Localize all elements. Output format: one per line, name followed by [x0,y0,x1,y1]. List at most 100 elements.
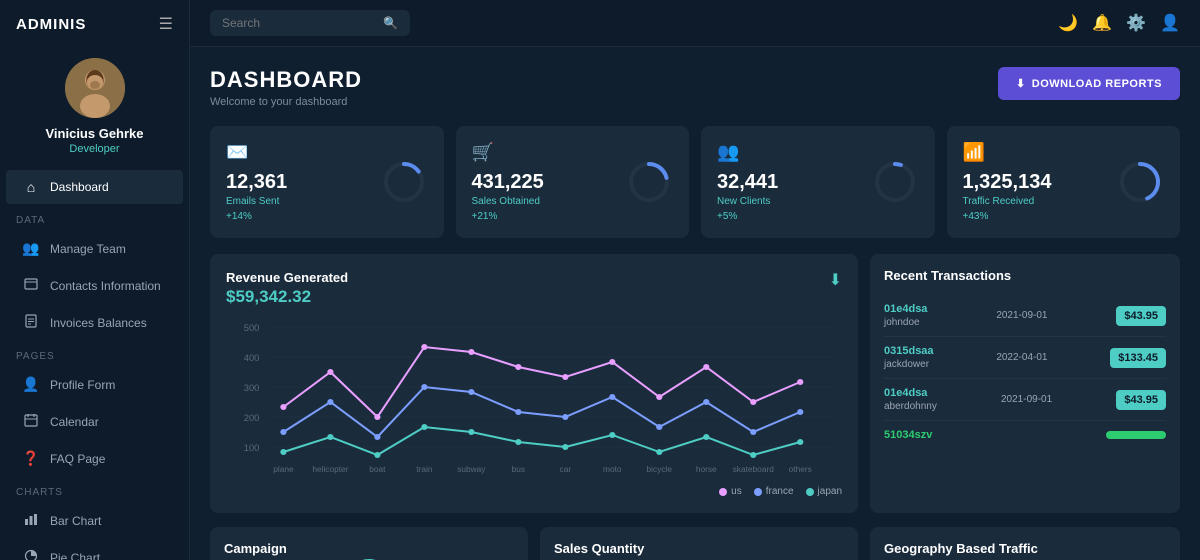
svg-text:500: 500 [244,323,260,333]
legend-france-label: france [766,486,794,497]
traffic-change: +43% [963,211,1052,222]
sidebar-section-data: Data [0,205,189,230]
transaction-user: aberdohnny [884,401,937,412]
transactions-card: Recent Transactions 01e4dsa johndoe 2021… [870,254,1180,513]
sidebar-item-label: Calendar [50,415,99,429]
sales-icon: 🛒 [472,142,544,163]
legend-us: us [719,486,742,497]
transaction-date: 2021-09-01 [1001,394,1052,405]
traffic-icon: 📶 [963,142,1052,163]
clients-value: 32,441 [717,171,778,194]
sidebar-item-faq[interactable]: ❓ FAQ Page [6,441,183,476]
stat-card-clients: 👥 32,441 New Clients +5% [701,126,935,238]
legend-france: france [754,486,794,497]
sidebar-item-label: Profile Form [50,378,115,392]
user-role: Developer [69,143,119,155]
campaign-chart [344,556,394,560]
svg-text:bicycle: bicycle [647,465,673,474]
page-subtitle: Welcome to your dashboard [210,96,362,108]
svg-text:subway: subway [457,465,486,474]
transaction-id: 01e4dsa [884,303,927,315]
faq-icon: ❓ [22,450,40,467]
transaction-amount: $43.95 [1116,306,1166,326]
sidebar-item-contacts[interactable]: Contacts Information [6,268,183,303]
traffic-label: Traffic Received [963,196,1052,207]
search-input[interactable] [222,16,375,30]
svg-text:train: train [416,465,432,474]
revenue-chart-card: Revenue Generated $59,342.32 ⬇ 500 400 [210,254,858,513]
clients-label: New Clients [717,196,778,207]
sales-label: Sales Obtained [472,196,544,207]
svg-text:300: 300 [244,383,260,393]
emails-ring [380,158,428,206]
traffic-value: 1,325,134 [963,171,1052,194]
transaction-amount: $133.45 [1110,348,1166,368]
transaction-user: jackdower [884,359,934,370]
revenue-chart-value: $59,342.32 [226,287,348,307]
svg-text:skateboard: skateboard [733,465,775,474]
transaction-date: 2021-09-01 [996,310,1047,321]
dark-mode-icon[interactable]: 🌙 [1058,13,1078,33]
transaction-user: johndoe [884,317,927,328]
sidebar-item-pie-chart[interactable]: Pie Chart [6,540,183,560]
sales-ring [625,158,673,206]
transaction-bar [1106,431,1166,439]
download-reports-button[interactable]: ⬇ DOWNLOAD REPORTS [998,67,1180,100]
campaign-title: Campaign [224,541,514,556]
people-icon: 👥 [22,240,40,257]
sales-value: 431,225 [472,171,544,194]
revenue-chart-header: Revenue Generated $59,342.32 ⬇ [226,270,842,317]
svg-text:400: 400 [244,353,260,363]
campaign-card: Campaign [210,527,528,560]
download-btn-label: DOWNLOAD REPORTS [1032,78,1162,90]
download-icon: ⬇ [1016,77,1026,90]
sidebar: ADMINIS ☰ Vinicius Gehrke Developer ⌂ Da… [0,0,190,560]
sidebar-item-label: Pie Chart [50,551,100,560]
profile-icon: 👤 [22,376,40,393]
svg-text:200: 200 [244,413,260,423]
avatar-image [65,58,125,118]
transaction-item: 0315dsaa jackdower 2022-04-01 $133.45 [884,337,1166,379]
transaction-item-partial: 51034szv [884,421,1166,449]
user-account-icon[interactable]: 👤 [1160,13,1180,33]
sales-change: +21% [472,211,544,222]
sidebar-item-manage-team[interactable]: 👥 Manage Team [6,231,183,266]
sidebar-item-dashboard[interactable]: ⌂ Dashboard [6,170,183,204]
sidebar-item-label: Contacts Information [50,279,161,293]
app-logo: ADMINIS [16,16,86,33]
chart-download-icon[interactable]: ⬇ [829,270,842,290]
avatar [65,58,125,118]
hamburger-icon[interactable]: ☰ [159,14,173,34]
transaction-item: 01e4dsa johndoe 2021-09-01 $43.95 [884,295,1166,337]
dashboard: DASHBOARD Welcome to your dashboard ⬇ DO… [190,47,1200,560]
revenue-chart-title: Revenue Generated [226,270,348,285]
legend-us-dot [719,488,727,496]
sidebar-item-invoices[interactable]: Invoices Balances [6,305,183,340]
search-icon: 🔍 [383,16,398,30]
emails-label: Emails Sent [226,196,287,207]
pie-chart-icon [22,549,40,560]
legend-japan-dot [806,488,814,496]
settings-icon[interactable]: ⚙️ [1126,13,1146,33]
clients-ring [871,158,919,206]
svg-text:100: 100 [244,443,260,453]
sidebar-item-calendar[interactable]: Calendar [6,404,183,439]
dashboard-title-group: DASHBOARD Welcome to your dashboard [210,67,362,108]
page-title: DASHBOARD [210,67,362,93]
sidebar-item-bar-chart[interactable]: Bar Chart [6,503,183,538]
revenue-legend: us france japan [226,486,842,497]
main-content: 🔍 🌙 🔔 ⚙️ 👤 DASHBOARD Welcome to your das… [190,0,1200,560]
svg-text:car: car [560,465,572,474]
sidebar-item-label: Manage Team [50,242,126,256]
geo-traffic-card: Geography Based Traffic [870,527,1180,560]
sidebar-item-label: Dashboard [50,180,109,194]
sidebar-item-profile[interactable]: 👤 Profile Form [6,367,183,402]
notifications-icon[interactable]: 🔔 [1092,13,1112,33]
geo-traffic-title: Geography Based Traffic [884,541,1166,556]
search-box[interactable]: 🔍 [210,10,410,36]
calendar-icon [22,413,40,430]
bar-chart-icon [22,512,40,529]
revenue-line-chart: 500 400 300 200 100 [226,317,842,477]
svg-text:boat: boat [369,465,386,474]
legend-japan-label: japan [818,486,842,497]
